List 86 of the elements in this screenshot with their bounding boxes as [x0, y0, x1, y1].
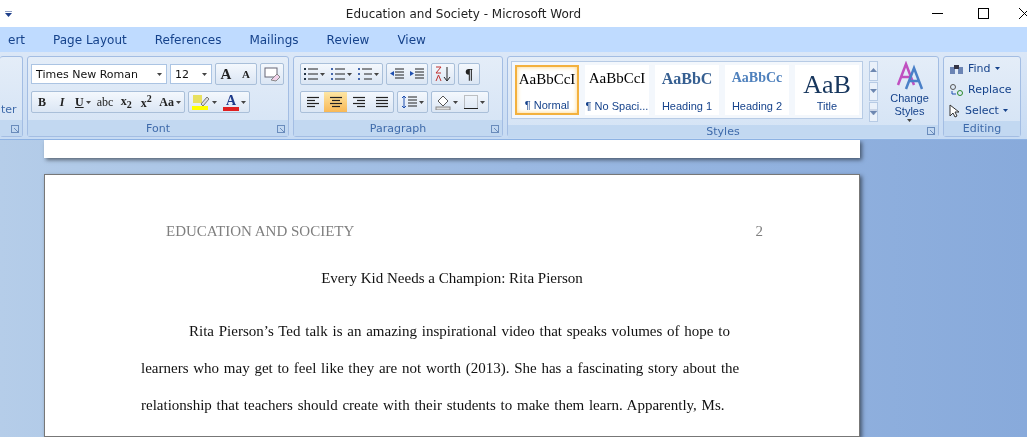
caret-icon	[157, 72, 162, 76]
group-label: Styles	[706, 125, 740, 138]
caret-icon	[320, 72, 325, 76]
caret-icon	[241, 100, 246, 104]
ribbon-button-label[interactable]: ter	[1, 103, 22, 116]
format-button[interactable]: Aa	[156, 92, 184, 112]
align-icon	[328, 96, 343, 108]
minimize-icon	[932, 13, 944, 14]
arrow-icon	[870, 109, 877, 116]
format-button[interactable]: x$^{2}$	[136, 92, 157, 112]
caret-icon	[347, 72, 352, 76]
gallery-scroll-button[interactable]	[869, 81, 878, 102]
binoculars-icon	[949, 62, 964, 75]
borders-button[interactable]	[461, 92, 488, 112]
align-icon	[374, 96, 389, 108]
ribbon-tab[interactable]: Page Layout	[39, 28, 141, 51]
caret-icon	[212, 100, 217, 104]
indent-icon	[390, 68, 404, 80]
style-gallery-item[interactable]: AaBbC Heading 1	[655, 65, 719, 115]
document-title: Every Kid Needs a Champion: Rita Pierson	[321, 270, 583, 287]
grow-font-button[interactable]: A	[216, 64, 236, 84]
group-label: Font	[146, 121, 170, 135]
format-button[interactable]: abc	[93, 92, 117, 112]
editing-item[interactable]: Find	[945, 58, 1019, 79]
caret-icon	[1002, 109, 1008, 112]
page-number: 2	[755, 223, 763, 241]
font-color-button[interactable]: A	[220, 92, 249, 112]
pointer-icon	[949, 103, 961, 118]
caret-icon	[907, 119, 912, 122]
caret-icon	[419, 100, 424, 104]
format-button[interactable]: I	[52, 92, 72, 112]
font-name-field[interactable]: Times New Roman	[31, 64, 167, 84]
arrow-icon	[870, 67, 877, 74]
group-label: Editing	[962, 122, 1002, 135]
shrink-font-button[interactable]: A	[236, 64, 256, 84]
indent-icon	[410, 68, 424, 80]
ribbon-tab[interactable]: References	[140, 28, 236, 51]
style-gallery-item[interactable]: AaB Title	[795, 65, 859, 115]
style-gallery-item[interactable]: AaBbCc Heading 2	[725, 65, 789, 115]
show-marks-button[interactable]: ¶	[459, 64, 479, 84]
caret-icon	[453, 100, 458, 104]
change-styles-button[interactable]: Change Styles	[884, 61, 935, 122]
clear-formatting-button[interactable]	[261, 64, 283, 84]
eraser-icon	[264, 66, 280, 82]
window-title: Education and Society - Microsoft Word	[345, 6, 582, 21]
highlighter-icon	[192, 94, 210, 110]
editing-item[interactable]: Replace	[945, 79, 1019, 100]
border-icon	[464, 95, 478, 109]
style-gallery-item[interactable]: AaBbCcI ¶ Normal	[515, 65, 579, 115]
list-icon	[331, 68, 345, 80]
ribbon-tab[interactable]: Mailings	[235, 28, 313, 51]
page-header: EDUCATION AND SOCIETY	[166, 223, 355, 241]
line-spacing-icon	[401, 95, 417, 109]
style-gallery-item[interactable]: AaBbCcI ¶ No Spaci...	[585, 65, 649, 115]
caret-icon	[85, 100, 91, 104]
format-button[interactable]: U	[72, 92, 94, 112]
align-icon	[351, 96, 366, 108]
letters-a-icon	[894, 61, 925, 91]
align-icon	[305, 96, 320, 108]
list-icon	[358, 68, 372, 80]
caret-icon	[176, 100, 181, 104]
gallery-scroll-button[interactable]	[869, 61, 878, 81]
format-button[interactable]: B	[32, 92, 52, 112]
format-button[interactable]: x$_{2}$	[116, 92, 137, 112]
list-icon	[304, 68, 318, 80]
ribbon-tab[interactable]: View	[383, 28, 440, 51]
sort-icon	[435, 66, 451, 82]
ribbon-tab[interactable]: Review	[312, 28, 384, 51]
close-icon	[1019, 8, 1027, 19]
editing-item[interactable]: Select	[945, 100, 1019, 121]
body-paragraph: Rita Pierson’s Ted talk is an amazing inspirational video that speaks volumes of hope to learners who may get to feel like they are not worth (2013). She has a fascinating story about the relationship that teachers should create with their students to make them learn. Apparently, Ms.	[141, 322, 741, 416]
replace-icon	[949, 82, 964, 97]
quick-access-caret-icon[interactable]	[5, 10, 12, 17]
arrow-icon	[870, 88, 877, 95]
caret-icon	[202, 72, 207, 76]
maximize-icon	[978, 8, 990, 19]
caret-icon	[480, 100, 485, 104]
caret-icon	[994, 67, 1000, 70]
group-label: Paragraph	[369, 121, 427, 135]
gallery-scroll-button[interactable]	[869, 102, 878, 122]
ribbon-tab[interactable]: ert	[0, 28, 40, 51]
caret-icon	[374, 72, 379, 76]
highlight-button[interactable]	[189, 92, 220, 112]
align-button[interactable]	[324, 92, 347, 112]
paint-bucket-icon	[435, 94, 451, 110]
font-size-field[interactable]: 12	[170, 64, 212, 84]
